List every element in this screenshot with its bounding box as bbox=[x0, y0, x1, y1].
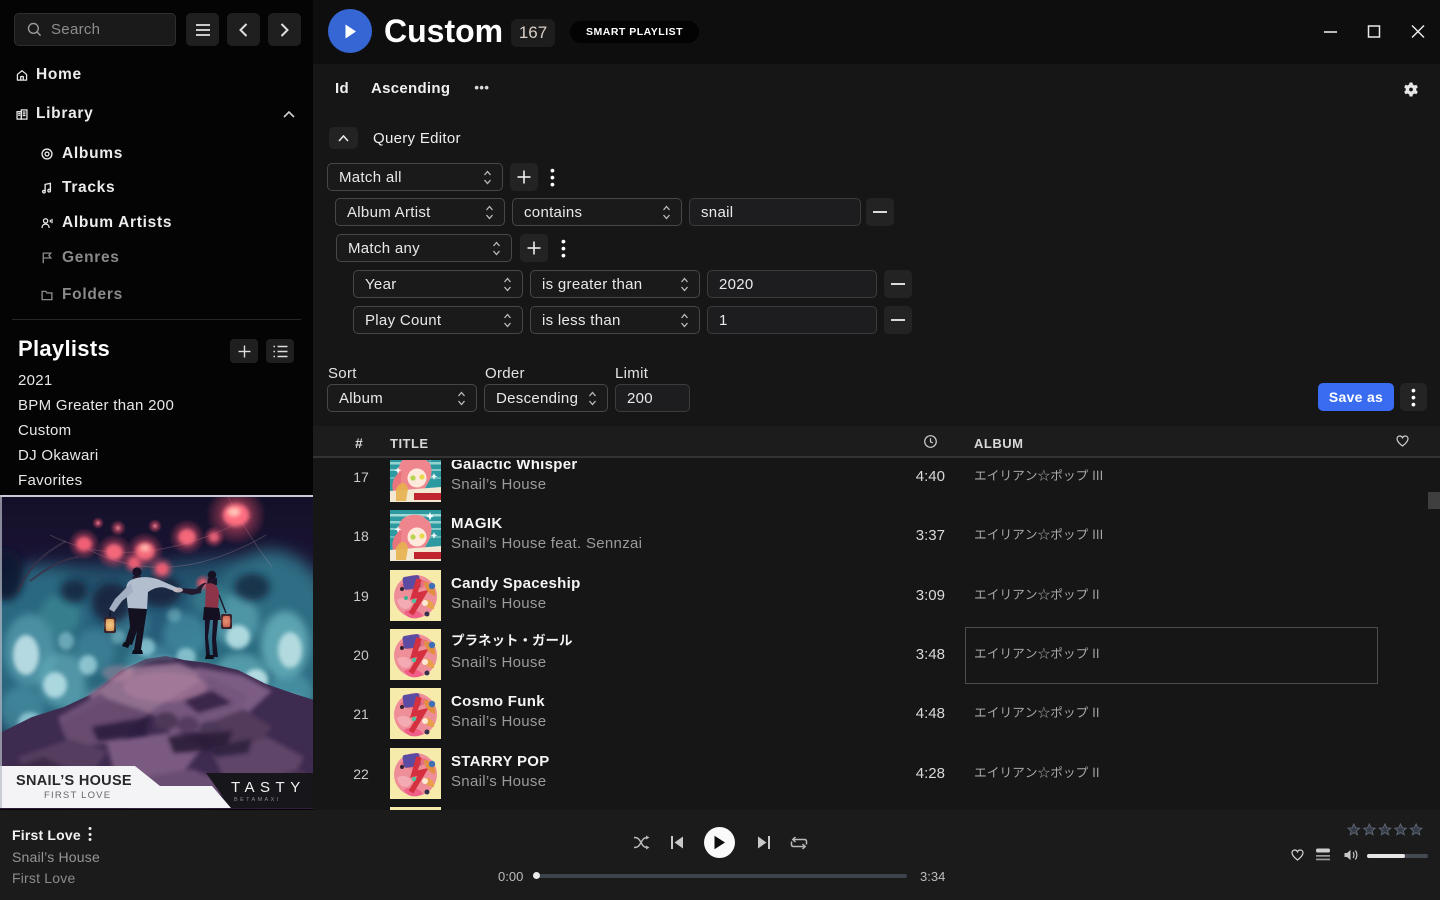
svg-text:FIRST LOVE: FIRST LOVE bbox=[44, 790, 111, 801]
svg-text:SNAIL’S HOUSE: SNAIL’S HOUSE bbox=[16, 773, 132, 789]
svg-text:BETAMAXI: BETAMAXI bbox=[234, 797, 281, 803]
svg-text:TASTY: TASTY bbox=[231, 779, 306, 796]
